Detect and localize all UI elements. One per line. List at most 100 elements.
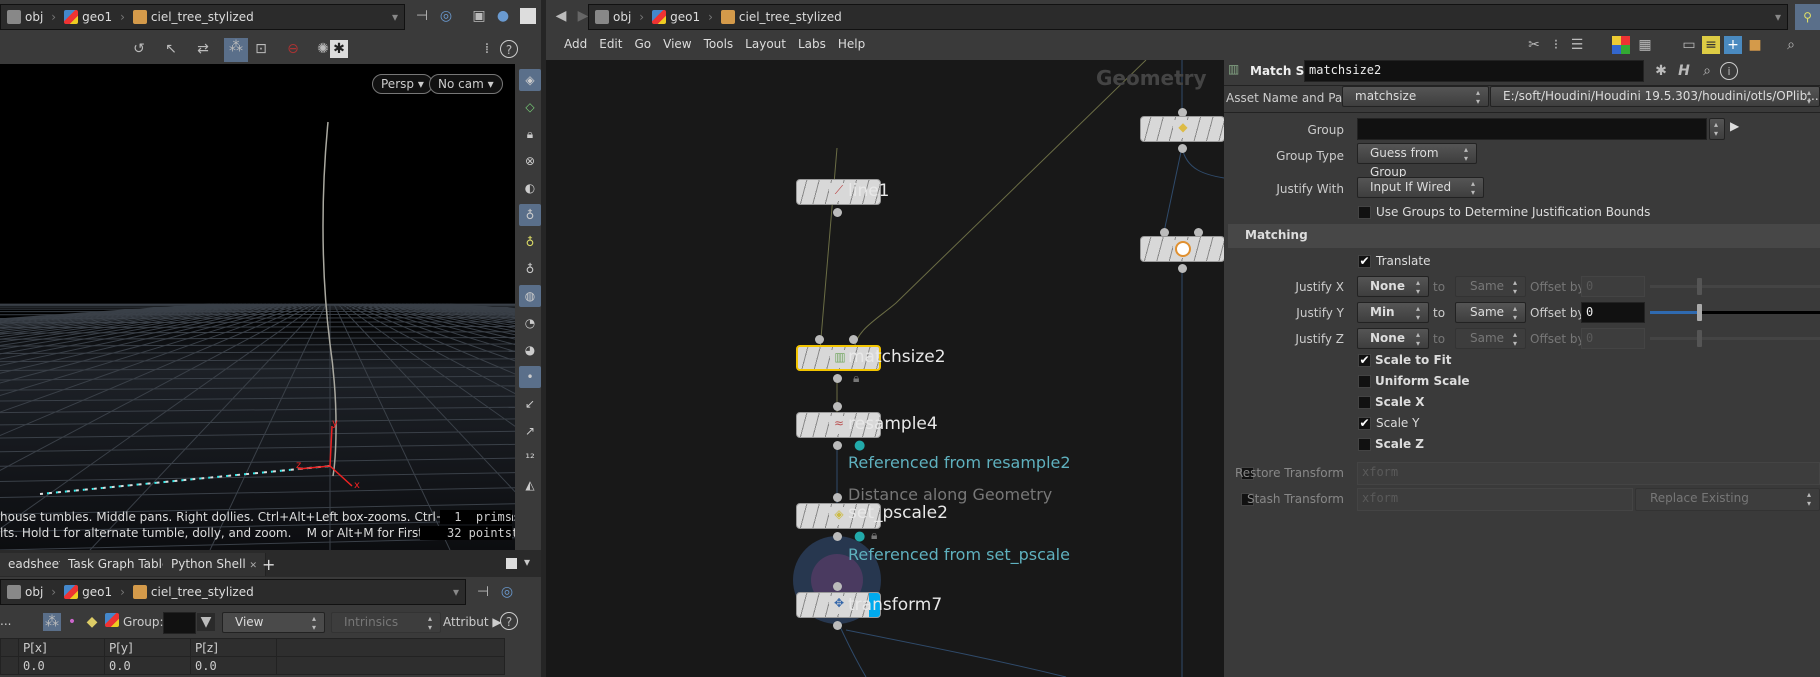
tab-python-shell[interactable]: Python Shell ✕ [163, 553, 267, 576]
tumble-icon[interactable]: ↺ [130, 40, 148, 58]
number-icon[interactable]: ¹² [519, 447, 541, 469]
more-menu[interactable]: ... [0, 614, 11, 628]
image-add-icon[interactable]: + [1724, 36, 1742, 54]
menu-go[interactable]: Go [634, 37, 651, 51]
node-geometry-b[interactable] [1140, 236, 1224, 262]
paint-icon[interactable]: ◭ [519, 474, 541, 496]
column-header[interactable]: P[x] [18, 638, 105, 657]
light-point-icon[interactable]: ♁ [519, 258, 541, 280]
link-icon[interactable]: ◎ [437, 7, 455, 25]
list-icon[interactable]: ☰ [1568, 36, 1586, 54]
chevron-down-icon[interactable]: ▾ [447, 585, 465, 599]
menu-edit[interactable]: Edit [599, 37, 622, 51]
sticky-note-icon[interactable]: ≡ [1702, 36, 1720, 54]
menu-tools[interactable]: Tools [704, 37, 734, 51]
chevron-down-icon[interactable]: ▾ [1769, 10, 1787, 24]
components-icon[interactable]: ⁂ [224, 38, 248, 62]
back-icon[interactable]: ◀ [552, 7, 570, 25]
justify-x-dropdown[interactable]: None [1357, 276, 1429, 297]
brush-icon[interactable]: ↙ [519, 393, 541, 415]
stash-transform-input[interactable]: xform [1357, 488, 1633, 511]
crumb-geo[interactable]: geo1 [58, 10, 118, 24]
column-header[interactable]: P[z] [190, 638, 277, 657]
node-name-input[interactable]: matchsize2 [1304, 60, 1644, 82]
light-icon[interactable]: ♁ [519, 204, 541, 226]
info-icon[interactable]: i [1720, 62, 1738, 80]
asset-path-field[interactable]: E:/soft/Houdini/Houdini 19.5.303/houdini… [1490, 86, 1820, 107]
network-canvas[interactable]: Geometry ⟋ line1 ▥ matchsize2 🔒︎ ≈ resam… [546, 60, 1224, 677]
justify-y-slider[interactable] [1650, 304, 1820, 321]
wrench-icon[interactable]: ✂ [1525, 36, 1543, 54]
search-icon[interactable]: ⌕ [1698, 62, 1716, 80]
group-type-dropdown[interactable]: Guess from Group [1357, 143, 1477, 179]
network-breadcrumb[interactable]: obj › geo1 › ciel_tree_stylized ▾ [588, 4, 1788, 30]
asset-name-dropdown[interactable]: matchsize [1342, 86, 1489, 107]
cube-icon[interactable]: ▣ [470, 7, 488, 25]
pane-menu-icon[interactable]: ▾ [524, 555, 530, 569]
viewport-3d[interactable]: x y z Persp ▾ No cam ▾ house tumbles. Midd… [0, 64, 515, 550]
points-mode-icon[interactable]: ⁂ [43, 613, 61, 631]
pick-icon[interactable]: ↗ [519, 420, 541, 442]
menu-view[interactable]: View [663, 37, 691, 51]
help-h-icon[interactable]: H [1675, 62, 1693, 80]
light-off-icon[interactable]: ⊗ [519, 150, 541, 172]
justify-x-slider[interactable] [1650, 278, 1820, 295]
camera-menu[interactable]: Persp ▾ [372, 74, 433, 94]
crumb-obj[interactable]: obj [1, 585, 49, 599]
crumb-asset[interactable]: ciel_tree_stylized [127, 10, 260, 24]
snap-icon[interactable]: ◇ [519, 96, 541, 118]
justify-x-offset-input[interactable]: 0 [1581, 276, 1645, 297]
menu-help[interactable]: Help [838, 37, 865, 51]
help-icon[interactable]: ? [500, 40, 518, 58]
chevron-down-icon[interactable]: ▾ [386, 10, 404, 24]
slider-handle[interactable] [1697, 330, 1702, 347]
menu-add[interactable]: Add [564, 37, 587, 51]
sphere-icon[interactable]: ◐ [519, 177, 541, 199]
settings-icon[interactable]: ✱ [330, 40, 348, 58]
link-icon[interactable]: ◎ [498, 583, 516, 601]
background-swatch[interactable] [520, 8, 536, 24]
scale-z-checkbox[interactable] [1358, 438, 1371, 451]
crumb-asset[interactable]: ciel_tree_stylized [127, 585, 260, 599]
grid-icon[interactable]: ◈ [519, 69, 541, 91]
primitives-mode-icon[interactable]: ◆ [83, 613, 101, 631]
add-tab-icon[interactable]: + [254, 553, 283, 576]
tree-icon[interactable]: ⁝ [1547, 36, 1565, 54]
detail-mode-icon[interactable] [103, 613, 121, 631]
gear-icon[interactable]: ✱ [1652, 62, 1670, 80]
scale-y-checkbox[interactable]: ✔ [1358, 417, 1371, 430]
menu-layout[interactable]: Layout [745, 37, 786, 51]
select-arrow-icon[interactable]: ▶ [1730, 119, 1739, 133]
select-icon[interactable]: ↖ [162, 40, 180, 58]
justify-z-offset-input[interactable]: 0 [1581, 328, 1645, 349]
filter-icon[interactable]: ▼ [197, 613, 215, 631]
shaded-icon[interactable]: ◍ [519, 285, 541, 307]
pin-icon[interactable]: ⊣ [474, 583, 492, 601]
no-entry-icon[interactable]: ⊖ [284, 40, 302, 58]
node-geometry-a[interactable]: ◆ [1140, 116, 1224, 142]
pin-icon[interactable]: ⊣ [413, 7, 431, 25]
transform-handle-icon[interactable]: ⇄ [194, 40, 212, 58]
pin-icon[interactable]: ⚲ [1795, 4, 1820, 30]
spreadsheet-breadcrumb[interactable]: obj › geo1 › ciel_tree_stylized ▾ [0, 579, 466, 605]
network-box-icon[interactable]: ▭ [1680, 36, 1698, 54]
justify-y-target-dropdown[interactable]: Same [1455, 302, 1526, 323]
justify-x-target-dropdown[interactable]: Same [1455, 276, 1526, 297]
justify-y-dropdown[interactable]: Min [1357, 302, 1429, 323]
help-icon[interactable]: ? [500, 612, 518, 630]
slider-handle[interactable] [1697, 304, 1702, 321]
box-icon[interactable]: ■ [1746, 36, 1764, 54]
visibility-icon[interactable]: ◔ [519, 312, 541, 334]
matching-section-header[interactable]: Matching [1228, 224, 1820, 248]
translate-checkbox[interactable]: ✔ [1358, 255, 1371, 268]
crumb-geo[interactable]: geo1 [646, 10, 706, 24]
crumb-asset[interactable]: ciel_tree_stylized [715, 10, 848, 24]
crumb-obj[interactable]: obj [1, 10, 49, 24]
restore-transform-input[interactable]: xform [1357, 462, 1820, 485]
justify-z-slider[interactable] [1650, 330, 1820, 347]
scale-to-fit-checkbox[interactable]: ✔ [1358, 354, 1371, 367]
group-input[interactable] [1357, 118, 1707, 140]
shading-icon[interactable]: ● [494, 7, 512, 25]
group-filter-input[interactable] [163, 612, 196, 634]
stash-mode-dropdown[interactable]: Replace Existing [1635, 488, 1820, 511]
